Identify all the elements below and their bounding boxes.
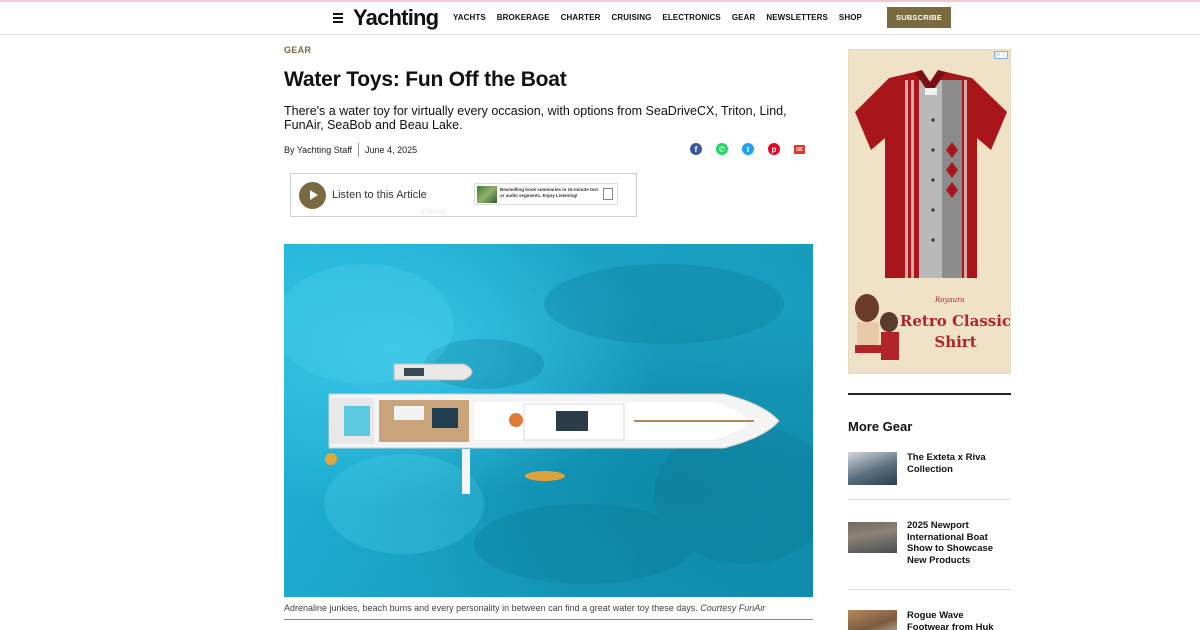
site-logo[interactable]: Yachting: [353, 5, 439, 31]
caption-divider: [284, 619, 813, 620]
caption-credit: Courtesy FunAir: [700, 603, 766, 613]
ad-logo-icon: [603, 188, 613, 200]
nav-shop[interactable]: SHOP: [839, 13, 862, 22]
menu-icon[interactable]: [333, 13, 343, 23]
byline: By Yachting Staff June 4, 2025: [284, 143, 417, 157]
book-thumbnails: [477, 186, 497, 203]
byline-divider: [358, 143, 360, 157]
listen-ad-banner[interactable]: Bestselling book summaries in 15-minute …: [474, 183, 618, 205]
more-gear-divider: [848, 393, 1011, 395]
more-gear-thumbnail[interactable]: [848, 452, 897, 485]
nav-electronics[interactable]: ELECTRONICS: [662, 13, 720, 22]
more-gear-item-title[interactable]: The Exteta x Riva Collection: [907, 452, 1007, 475]
nav-charter[interactable]: CHARTER: [561, 13, 601, 22]
more-gear-item-title[interactable]: 2025 Newport International Boat Show to …: [907, 520, 1007, 566]
share-bar: f ✆ t p ✉: [690, 143, 819, 155]
email-icon[interactable]: ✉: [794, 145, 805, 154]
author[interactable]: By Yachting Staff: [284, 145, 352, 155]
adchoices-icon[interactable]: ▷⋮: [994, 51, 1008, 59]
article-dek: There's a water toy for virtually every …: [284, 104, 787, 132]
more-gear-thumbnail[interactable]: [848, 522, 897, 553]
listen-label[interactable]: Listen to this Article: [332, 189, 427, 201]
yacht-aerial-illustration: [284, 264, 813, 584]
play-icon[interactable]: [299, 182, 326, 209]
more-gear-separator: [848, 499, 1011, 500]
more-gear-item-title[interactable]: Rogue Wave Footwear from Huk: [907, 610, 1007, 630]
publish-date: June 4, 2025: [365, 145, 418, 155]
listen-powered-mark: ▯ ░░░░░░: [421, 209, 447, 215]
ad-headline-line2: Shirt: [934, 333, 977, 351]
site-header: Yachting YACHTS BROKERAGE CHARTER CRUISI…: [0, 2, 1200, 35]
listen-ad-text: Bestselling book summaries in 15-minute …: [500, 187, 599, 198]
main-nav: YACHTS BROKERAGE CHARTER CRUISING ELECTR…: [453, 13, 873, 22]
nav-yachts[interactable]: YACHTS: [453, 13, 486, 22]
subscribe-button[interactable]: SUBSCRIBE: [887, 7, 951, 28]
nav-brokerage[interactable]: BROKERAGE: [497, 13, 550, 22]
nav-newsletters[interactable]: NEWSLETTERS: [766, 13, 828, 22]
facebook-icon[interactable]: f: [690, 143, 702, 155]
more-gear-heading: More Gear: [848, 419, 913, 434]
twitter-icon[interactable]: t: [742, 143, 754, 155]
image-caption: Adrenaline junkies, beach bums and every…: [284, 603, 765, 613]
sidebar-advertisement[interactable]: ▷⋮ Royaura Retro Classic Shirt: [848, 49, 1011, 374]
nav-cruising[interactable]: CRUISING: [611, 13, 651, 22]
ad-headline-line1: Retro Classic: [899, 312, 1011, 330]
article-category[interactable]: GEAR: [284, 45, 311, 55]
whatsapp-icon[interactable]: ✆: [716, 143, 728, 155]
caption-text: Adrenaline junkies, beach bums and every…: [284, 603, 698, 613]
pinterest-icon[interactable]: p: [768, 143, 780, 155]
hero-image: [284, 244, 813, 597]
ad-brand: Royaura: [935, 296, 965, 304]
more-gear-separator: [848, 589, 1011, 590]
nav-gear[interactable]: GEAR: [732, 13, 756, 22]
listen-widget: Listen to this Article Bestselling book …: [290, 173, 637, 217]
article-title: Water Toys: Fun Off the Boat: [284, 68, 567, 91]
more-gear-thumbnail[interactable]: [848, 610, 897, 630]
